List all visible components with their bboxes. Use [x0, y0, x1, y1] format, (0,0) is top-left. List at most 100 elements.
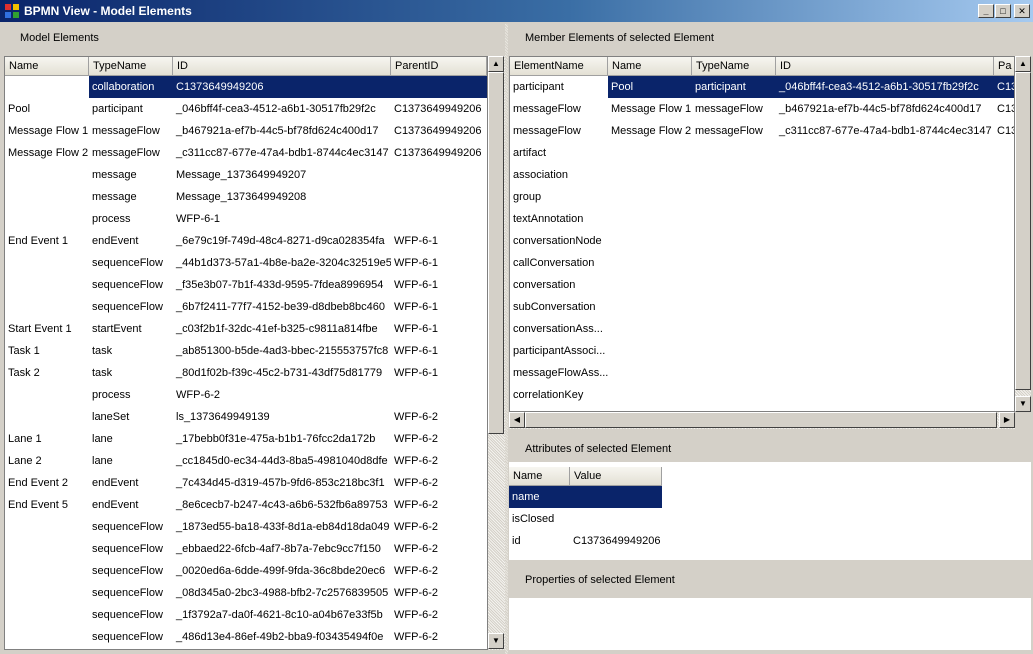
table-cell: WFP-6-1	[394, 257, 438, 269]
scroll-thumb[interactable]	[488, 72, 504, 434]
scroll-down-button[interactable]: ▼	[488, 633, 504, 649]
table-cell: endEvent	[92, 477, 139, 489]
column-header-2[interactable]: TypeName	[692, 57, 776, 76]
column-header-2[interactable]: ID	[173, 57, 391, 76]
table-row[interactable]: sequenceFlow _0020ed6a-6dde-499f-9fda-36c…	[5, 560, 487, 582]
table-cell: conversation	[513, 279, 576, 291]
attributes-body: name isClosed id C1373649949206	[509, 486, 662, 552]
table-cell: _486d13e4-86ef-49b2-bba9-f03435494f0e	[176, 631, 384, 643]
member-scroll-left-button[interactable]: ◀	[509, 412, 525, 428]
table-cell	[994, 340, 1014, 362]
table-cell: WFP-6-2	[394, 499, 438, 511]
table-row[interactable]: participantAssoci...	[510, 340, 1014, 362]
column-header-0[interactable]: Name	[509, 467, 570, 486]
table-row[interactable]: Message Flow 1 messageFlow _b467921a-ef7b-…	[5, 120, 487, 142]
table-row[interactable]: sequenceFlow _ebbaed22-6fcb-4af7-8b7a-7eb…	[5, 538, 487, 560]
table-row[interactable]: participant Pool participant _046bff4f-cea3…	[510, 76, 1014, 98]
table-row[interactable]: association	[510, 164, 1014, 186]
model-elements-grid[interactable]: Name TypeName ID ParentID collaboration C137…	[4, 56, 488, 650]
table-row[interactable]: group	[510, 186, 1014, 208]
table-row[interactable]: id C1373649949206	[509, 530, 662, 552]
table-row[interactable]: sequenceFlow _6b7f2411-77f7-4152-be39-d8d…	[5, 296, 487, 318]
table-cell: _7c434d45-d319-457b-9fd6-853c218bc3f1	[176, 477, 385, 489]
table-row[interactable]: Task 1 task _ab851300-b5de-4ad3-bbec-21555…	[5, 340, 487, 362]
table-cell: WFP-6-2	[394, 411, 438, 423]
table-row[interactable]: sequenceFlow _1f3792a7-da0f-4621-8c10-a04…	[5, 604, 487, 626]
table-row[interactable]: messageFlow Message Flow 2 messageFlow _c31…	[510, 120, 1014, 142]
table-cell: messageFlow	[695, 125, 763, 137]
table-row[interactable]: messageFlowAss...	[510, 362, 1014, 384]
table-row[interactable]: sequenceFlow _08d345a0-2bc3-4988-bfb2-7c2…	[5, 582, 487, 604]
column-header-1[interactable]: Name	[608, 57, 692, 76]
table-row[interactable]: End Event 5 endEvent _8e6cecb7-b247-4c43-a…	[5, 494, 487, 516]
table-row[interactable]: sequenceFlow _486d13e4-86ef-49b2-bba9-f03…	[5, 626, 487, 648]
table-row[interactable]: laneSet ls_1373649949139 WFP-6-2	[5, 406, 487, 428]
member-elements-grid[interactable]: ElementName Name TypeName ID Pa participant P…	[509, 56, 1015, 412]
title-bar[interactable]: BPMN View - Model Elements _ □ ✕	[0, 0, 1033, 22]
table-cell: C1373649949206	[394, 125, 482, 137]
table-row[interactable]: messageFlow Message Flow 1 messageFlow _b46…	[510, 98, 1014, 120]
table-row[interactable]: Lane 2 lane _cc1845d0-ec34-44d3-8ba5-49810…	[5, 450, 487, 472]
table-cell	[776, 252, 994, 274]
table-row[interactable]: sequenceFlow _f35e3b07-7b1f-433d-9595-7fd…	[5, 274, 487, 296]
member-scroll-thumb[interactable]	[1015, 72, 1031, 390]
table-row[interactable]: conversation	[510, 274, 1014, 296]
table-cell	[692, 340, 776, 362]
minimize-button[interactable]: _	[978, 4, 994, 18]
attributes-grid[interactable]: Name Value name isClosed id C1373649949206	[509, 467, 663, 557]
table-row[interactable]: Start Event 1 startEvent _c03f2b1f-32dc-41…	[5, 318, 487, 340]
table-cell	[994, 318, 1014, 340]
table-row[interactable]: Task 2 task _80d1f02b-f39c-45c2-b731-43df7…	[5, 362, 487, 384]
column-header-0[interactable]: Name	[5, 57, 89, 76]
column-header-0[interactable]: ElementName	[510, 57, 608, 76]
table-row[interactable]: textAnnotation	[510, 208, 1014, 230]
table-row[interactable]: sequenceFlow _44b1d373-57a1-4b8e-ba2e-320…	[5, 252, 487, 274]
column-header-1[interactable]: TypeName	[89, 57, 173, 76]
table-cell	[692, 384, 776, 406]
model-elements-vscrollbar[interactable]: ▲ ▼	[488, 56, 505, 650]
table-row[interactable]: message Message_1373649949208	[5, 186, 487, 208]
column-header-4[interactable]: Pa	[994, 57, 1014, 76]
table-row[interactable]: conversationAss...	[510, 318, 1014, 340]
member-hscroll-thumb[interactable]	[525, 412, 997, 428]
table-cell: Start Event 1	[8, 323, 72, 335]
table-row[interactable]: subConversation	[510, 296, 1014, 318]
table-cell: endEvent	[92, 499, 139, 511]
scroll-corner	[1015, 412, 1031, 429]
table-row[interactable]: process WFP-6-2	[5, 384, 487, 406]
table-cell	[391, 208, 487, 230]
table-row[interactable]: process WFP-6-1	[5, 208, 487, 230]
member-elements-hscrollbar[interactable]: ◀ ▶	[509, 412, 1015, 429]
column-header-1[interactable]: Value	[570, 467, 662, 486]
table-row[interactable]: collaboration C1373649949206	[5, 76, 487, 98]
table-row[interactable]: Message Flow 2 messageFlow _c311cc87-677e-…	[5, 142, 487, 164]
table-row[interactable]: message Message_1373649949207	[5, 164, 487, 186]
table-cell: endEvent	[92, 235, 139, 247]
table-row[interactable]: name	[509, 486, 662, 508]
table-cell	[391, 186, 487, 208]
table-row[interactable]: callConversation	[510, 252, 1014, 274]
table-row[interactable]: isClosed	[509, 508, 662, 530]
table-row[interactable]: sequenceFlow _1873ed55-ba18-433f-8d1a-eb8…	[5, 516, 487, 538]
table-cell	[5, 186, 89, 208]
table-row[interactable]: Pool participant _046bff4f-cea3-4512-a6b1-…	[5, 98, 487, 120]
table-cell: Message Flow 1	[611, 103, 692, 115]
table-row[interactable]: artifact	[510, 142, 1014, 164]
member-scroll-down-button[interactable]: ▼	[1015, 396, 1031, 412]
table-row[interactable]: conversationNode	[510, 230, 1014, 252]
member-elements-vscrollbar[interactable]: ▲ ▼	[1015, 56, 1031, 412]
table-row[interactable]: End Event 1 endEvent _6e79c19f-749d-48c4-8…	[5, 230, 487, 252]
vertical-splitter[interactable]	[505, 24, 508, 654]
member-scroll-up-button[interactable]: ▲	[1015, 56, 1031, 72]
column-header-3[interactable]: ParentID	[391, 57, 487, 76]
scroll-up-button[interactable]: ▲	[488, 56, 504, 72]
maximize-button[interactable]: □	[995, 4, 1011, 18]
table-row[interactable]: correlationKey	[510, 384, 1014, 406]
table-row[interactable]: Lane 1 lane _17bebb0f31e-475a-b1b1-76fcc2d…	[5, 428, 487, 450]
table-row[interactable]: End Event 2 endEvent _7c434d45-d319-457b-9…	[5, 472, 487, 494]
close-button[interactable]: ✕	[1014, 4, 1030, 18]
table-cell: WFP-6-2	[394, 455, 438, 467]
table-cell: Message_1373649949207	[176, 169, 307, 181]
member-scroll-right-button[interactable]: ▶	[999, 412, 1015, 428]
column-header-3[interactable]: ID	[776, 57, 994, 76]
